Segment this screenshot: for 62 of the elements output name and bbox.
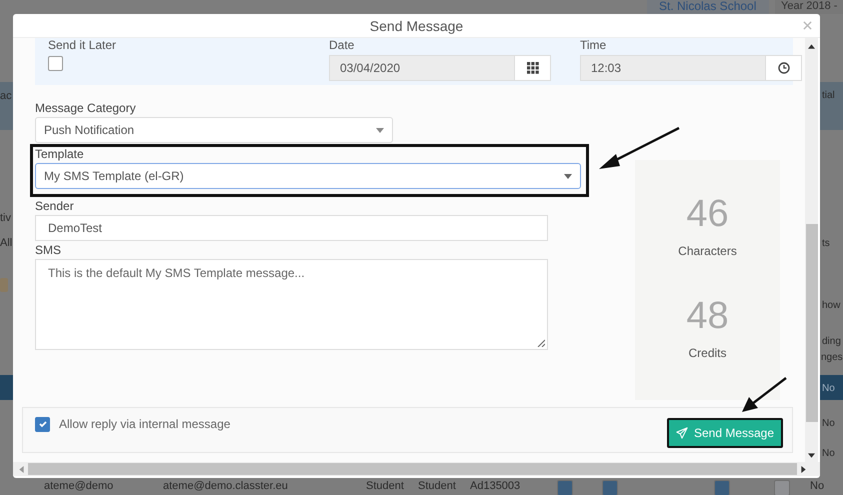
horizontal-scrollbar[interactable] — [13, 462, 820, 476]
stat-value: 46 — [686, 194, 729, 234]
background-text: ac — [0, 90, 12, 102]
checkmark-icon — [38, 419, 48, 429]
stat-value: 48 — [686, 296, 729, 336]
down-arrow-icon[interactable] — [808, 453, 815, 458]
checkbox[interactable] — [48, 56, 63, 71]
checkbox[interactable] — [557, 480, 573, 495]
background-text: how — [822, 300, 840, 311]
checkbox[interactable] — [602, 480, 618, 495]
field-label: Date — [329, 38, 356, 52]
background-text: tiv — [0, 212, 11, 224]
paper-plane-icon — [676, 427, 688, 439]
grid-icon — [526, 62, 538, 74]
sender-field[interactable]: DemoTest — [35, 215, 548, 241]
checkbox[interactable] — [35, 416, 50, 432]
resize-grip-icon — [537, 339, 545, 347]
table-cell: Ad135003 — [470, 480, 520, 492]
dropdown[interactable]: My SMS Template (el-GR) — [35, 163, 581, 189]
table-cell: No — [810, 480, 824, 492]
left-arrow-icon[interactable] — [19, 466, 24, 472]
background-text: nges — [821, 352, 843, 363]
clock-icon — [778, 62, 790, 74]
scroll-thumb[interactable] — [28, 463, 797, 475]
caret-icon — [564, 174, 572, 178]
table-cell: ateme@demo — [44, 480, 114, 492]
field-label: Time — [580, 38, 608, 52]
background-text: ding — [822, 336, 841, 347]
checkbox-label: Allow reply via internal message — [59, 417, 230, 431]
table-cell: Student — [418, 480, 456, 492]
background-text: No — [822, 448, 835, 459]
field-label: Message Category — [35, 101, 137, 115]
sms-text-area[interactable]: This is the default My SMS Template message... — [35, 259, 548, 350]
calendar-button[interactable] — [515, 55, 551, 81]
table-cell: ateme@demo.classter.eu — [163, 480, 288, 492]
field-label: Send it Later — [48, 38, 118, 52]
caret-icon — [376, 128, 384, 132]
table-cell: Student — [366, 480, 404, 492]
clock-button[interactable] — [766, 55, 802, 81]
checkbox[interactable] — [714, 480, 730, 495]
background-text: All — [0, 237, 12, 249]
dropdown[interactable]: Push Notification — [35, 117, 393, 143]
background-text: No — [822, 383, 835, 394]
field-label: Template — [35, 147, 85, 161]
stat-label: Credits — [688, 346, 726, 360]
background-text: No — [822, 418, 835, 429]
right-arrow-icon[interactable] — [801, 466, 806, 472]
background-text: tial — [822, 90, 835, 101]
close-icon[interactable] — [803, 21, 812, 30]
scroll-thumb[interactable] — [806, 224, 818, 422]
tag-chip — [0, 278, 8, 292]
dialog-title: Send Message — [370, 18, 464, 34]
up-arrow-icon[interactable] — [808, 44, 815, 49]
date-field[interactable]: 03/04/2020 — [329, 55, 515, 81]
vertical-scrollbar[interactable] — [805, 38, 818, 462]
time-field[interactable]: 12:03 — [580, 55, 766, 81]
stat-label: Characters — [678, 244, 737, 258]
field-label: SMS — [35, 243, 62, 257]
field-label: Sender — [35, 199, 75, 213]
annotation-arrow — [742, 377, 787, 412]
background-text: ts — [822, 238, 830, 249]
checkbox[interactable] — [774, 480, 790, 495]
